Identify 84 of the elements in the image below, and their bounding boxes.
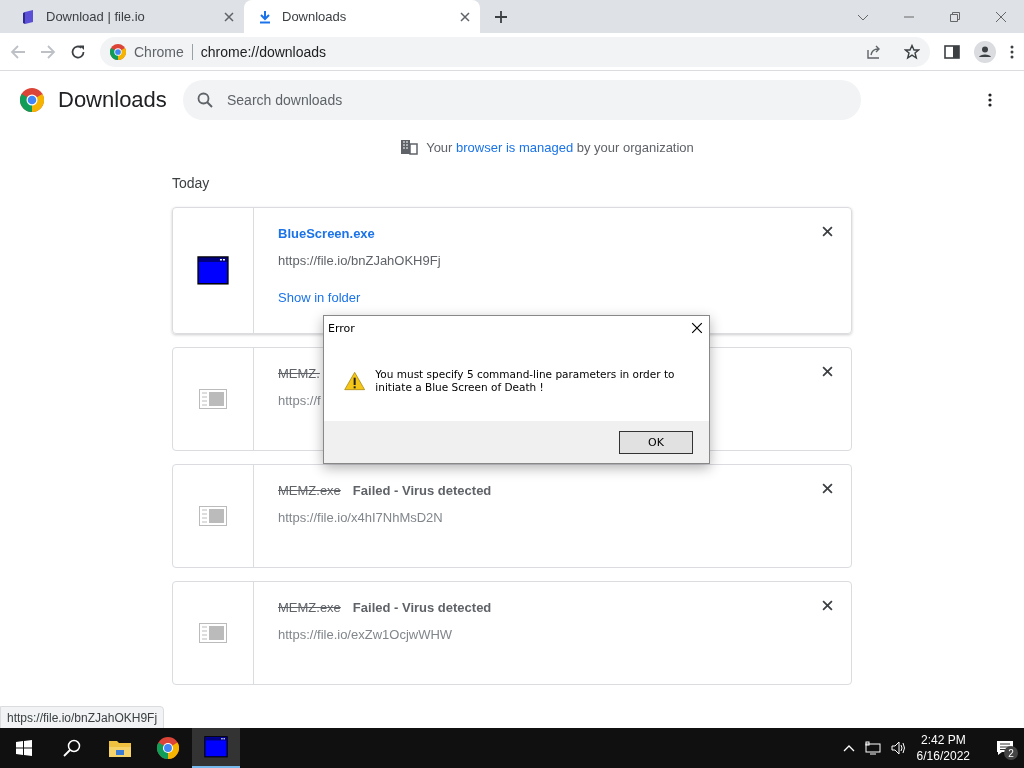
show-in-folder-link[interactable]: Show in folder bbox=[278, 290, 361, 305]
folder-icon bbox=[109, 739, 131, 757]
download-status: Failed - Virus detected bbox=[352, 483, 492, 498]
page-title: Downloads bbox=[58, 87, 168, 113]
source-url: https://file.io/x4hI7NhMsD2N bbox=[278, 510, 444, 525]
close-icon bbox=[460, 11, 470, 22]
download-icon bbox=[258, 9, 272, 24]
profile-button[interactable] bbox=[974, 40, 996, 63]
address-bar[interactable]: Chrome chrome://downloads bbox=[100, 36, 930, 67]
download-status: Failed - Virus detected bbox=[352, 600, 492, 615]
person-icon bbox=[974, 40, 996, 63]
search-field[interactable]: Search downloads bbox=[183, 80, 861, 120]
status-bubble: https://file.io/bnZJahOKH9Fj bbox=[0, 706, 165, 730]
source-url: https://file.io/bnZJahOKH9Fj bbox=[278, 253, 442, 268]
managed-notice: Your browser is managed by your organization bbox=[426, 139, 694, 155]
arrow-right-icon bbox=[40, 43, 56, 60]
time-text: 2:42 PM bbox=[920, 732, 966, 748]
remove-button[interactable] bbox=[822, 483, 833, 494]
chrome-logo bbox=[20, 88, 44, 112]
search-icon bbox=[197, 92, 213, 108]
chrome-icon bbox=[157, 737, 179, 759]
date-text: 6/16/2022 bbox=[916, 748, 970, 764]
arrow-left-icon bbox=[10, 43, 26, 60]
reload-button[interactable] bbox=[70, 43, 86, 60]
source-url: https://file.io/exZw1OcjwWHW bbox=[278, 627, 454, 642]
star-icon bbox=[904, 43, 920, 60]
file-name[interactable]: BlueScreen.exe bbox=[278, 226, 375, 241]
share-button[interactable] bbox=[866, 43, 882, 60]
share-icon bbox=[866, 43, 882, 60]
remove-button[interactable] bbox=[822, 226, 833, 237]
menu-button[interactable] bbox=[1010, 44, 1014, 59]
dialog-close-button[interactable] bbox=[691, 322, 703, 334]
file-icon bbox=[199, 506, 227, 526]
remove-button[interactable] bbox=[822, 366, 833, 377]
file-name: MEMZ.exe bbox=[278, 600, 341, 615]
network-icon bbox=[864, 741, 881, 755]
chrome-icon bbox=[110, 43, 126, 60]
more-vertical-icon bbox=[1010, 44, 1014, 59]
dialog-title: Error bbox=[328, 321, 355, 335]
managed-link[interactable]: browser is managed bbox=[456, 139, 574, 155]
side-panel-icon bbox=[944, 44, 960, 59]
close-icon bbox=[995, 10, 1007, 23]
building-icon bbox=[400, 139, 419, 155]
app-taskbar-button[interactable] bbox=[192, 728, 240, 768]
plus-icon bbox=[494, 9, 508, 24]
browser-tab[interactable]: Download | file.io bbox=[8, 0, 244, 33]
side-panel-button[interactable] bbox=[944, 44, 960, 59]
search-icon bbox=[63, 739, 81, 757]
more-button[interactable] bbox=[988, 93, 992, 107]
notifications-button[interactable]: 2 bbox=[996, 740, 1014, 756]
close-icon bbox=[224, 11, 234, 22]
speaker-icon bbox=[890, 741, 907, 755]
windows-icon bbox=[16, 740, 32, 756]
file-name: MEMZ.exe bbox=[278, 483, 341, 498]
source-url: https://f bbox=[278, 393, 322, 408]
tab-title: Download | file.io bbox=[46, 9, 146, 24]
close-icon bbox=[822, 483, 833, 494]
tab-title: Downloads bbox=[282, 9, 348, 24]
close-icon bbox=[691, 322, 703, 334]
browser-tab[interactable]: Downloads bbox=[244, 0, 480, 33]
file-icon bbox=[199, 389, 227, 409]
application-window-icon bbox=[197, 256, 229, 285]
file-name: MEMZ. bbox=[278, 366, 320, 381]
ok-button[interactable]: OK bbox=[619, 430, 693, 454]
site-label: Chrome bbox=[134, 43, 193, 60]
close-icon bbox=[822, 366, 833, 377]
url-text: chrome://downloads bbox=[200, 43, 328, 60]
reload-icon bbox=[70, 43, 86, 60]
more-vertical-icon bbox=[988, 93, 992, 107]
chevron-up-icon bbox=[842, 744, 855, 752]
file-icon bbox=[199, 623, 227, 643]
tab-close-button[interactable] bbox=[224, 11, 234, 22]
clock[interactable]: 2:42 PM 6/16/2022 bbox=[916, 732, 970, 764]
error-message: You must specify 5 command-line parameters in order to initiate a Blue Screen of Death ! bbox=[375, 367, 676, 394]
close-icon bbox=[822, 226, 833, 237]
file-icon bbox=[22, 9, 36, 24]
bookmark-button[interactable] bbox=[904, 43, 920, 60]
restore-icon bbox=[949, 10, 961, 23]
notification-count: 2 bbox=[1004, 746, 1018, 760]
remove-button[interactable] bbox=[822, 600, 833, 611]
application-window-icon bbox=[204, 736, 228, 758]
section-heading: Today bbox=[172, 175, 211, 191]
close-icon bbox=[822, 600, 833, 611]
tab-close-button[interactable] bbox=[460, 11, 470, 22]
